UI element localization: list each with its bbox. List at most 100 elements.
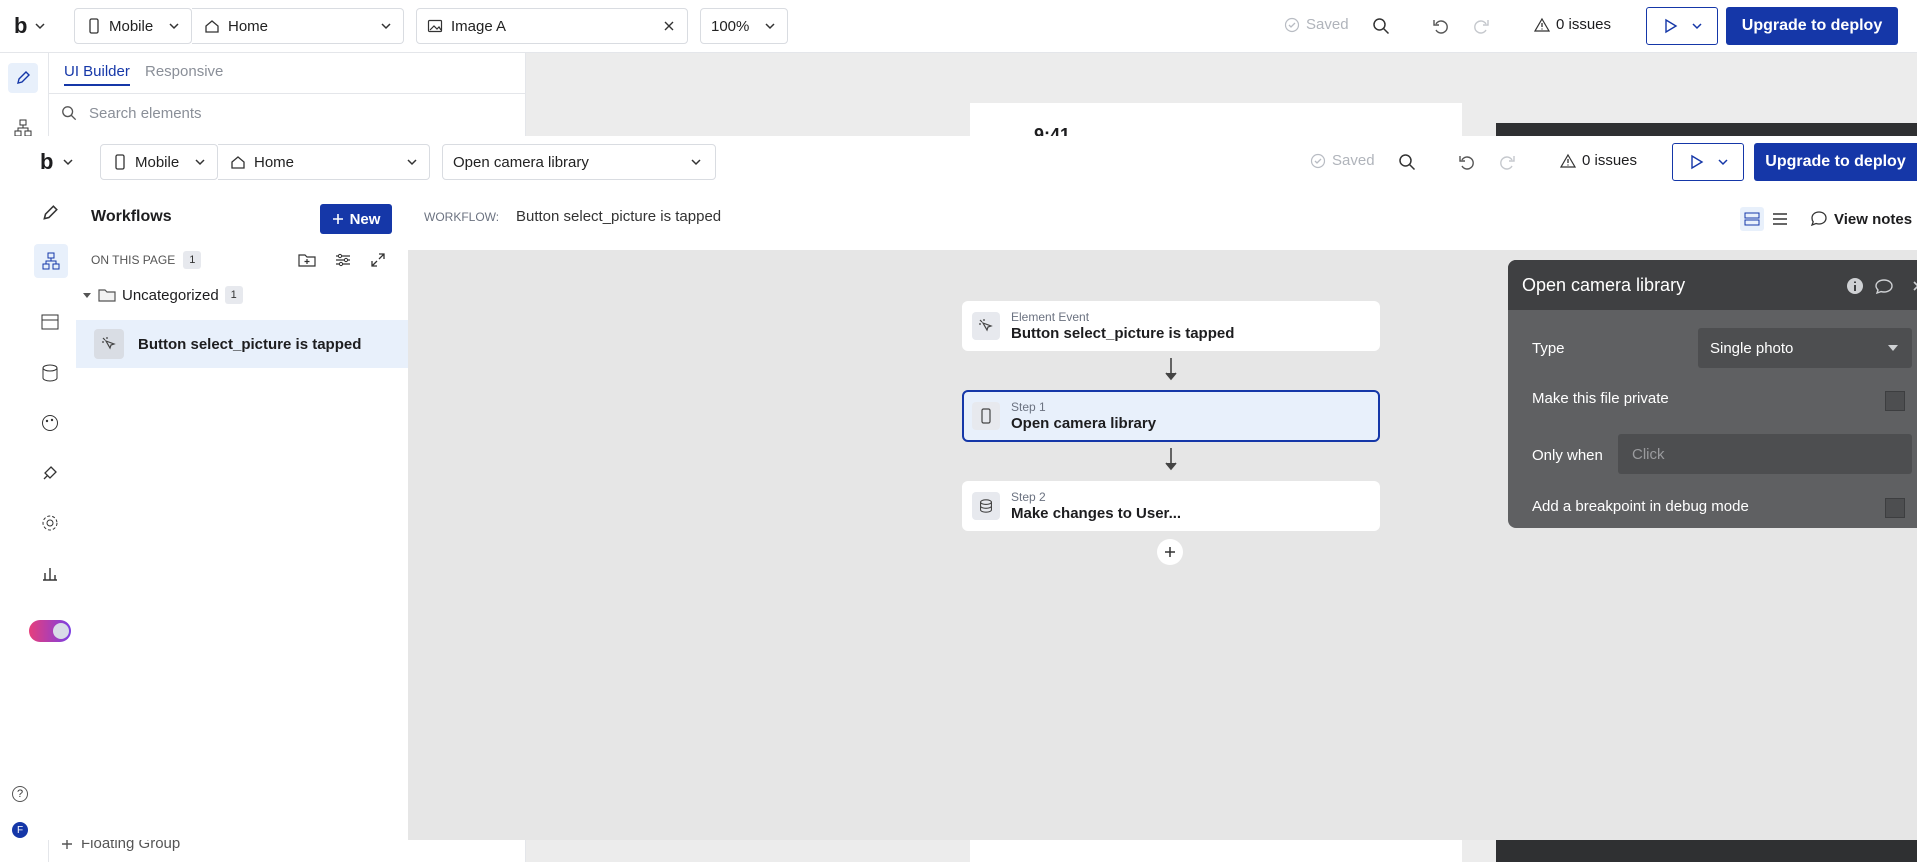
search-icon[interactable]	[1398, 153, 1416, 171]
layout-icon[interactable]	[41, 314, 59, 330]
upgrade-button[interactable]: Upgrade to deploy	[1754, 143, 1917, 181]
only-when-input[interactable]: Click	[1618, 434, 1912, 474]
element-selector[interactable]: Image A	[416, 8, 688, 44]
view-notes-button[interactable]: View notes	[1810, 204, 1912, 234]
design-tab[interactable]	[8, 63, 38, 93]
step-1-card[interactable]: Step 1 Open camera library	[962, 390, 1380, 442]
workflow-label: WORKFLOW:	[424, 210, 500, 224]
warning-icon	[1534, 17, 1550, 32]
upgrade-button[interactable]: Upgrade to deploy	[1726, 7, 1898, 45]
warning-icon	[1560, 153, 1576, 168]
top-bar: b Mobile Home Image A 100% Saved 0 issue…	[0, 0, 1917, 53]
chevron-down-icon	[407, 159, 417, 166]
preview-button[interactable]	[1672, 143, 1744, 181]
plugin-icon[interactable]	[41, 464, 59, 482]
search-icon	[62, 106, 77, 121]
home-icon	[231, 156, 245, 169]
breakpoint-checkbox[interactable]	[1885, 498, 1905, 518]
type-dropdown[interactable]: Single photo	[1698, 328, 1912, 368]
database-icon[interactable]	[41, 364, 59, 382]
page-selector[interactable]: Home	[192, 8, 404, 44]
issues-indicator[interactable]: 0 issues	[1560, 152, 1637, 169]
chevron-down-icon	[35, 23, 45, 30]
comment-icon[interactable]	[1874, 278, 1894, 296]
logo: b	[40, 149, 54, 174]
app-menu[interactable]: b	[40, 146, 84, 178]
workflows-panel: Workflows New ON THIS PAGE 1 Uncategoriz…	[76, 188, 409, 840]
chart-icon[interactable]	[41, 564, 59, 582]
page-selector[interactable]: Home	[218, 144, 430, 180]
device-selector[interactable]: Mobile	[100, 144, 218, 180]
undo-icon[interactable]	[1432, 17, 1450, 35]
count-badge: 1	[224, 286, 243, 304]
play-icon	[1690, 154, 1704, 170]
zoom-selector[interactable]: 100%	[700, 8, 788, 44]
promo-toggle-icon[interactable]	[29, 620, 71, 642]
expand-icon[interactable]	[370, 252, 386, 268]
folder-uncategorized[interactable]: Uncategorized 1	[82, 286, 243, 304]
user-avatar[interactable]: F	[12, 822, 28, 838]
new-workflow-button[interactable]: New	[320, 204, 392, 234]
search-elements-input[interactable]: Search elements	[89, 105, 202, 122]
pencil-icon[interactable]	[41, 204, 59, 222]
private-checkbox[interactable]	[1885, 391, 1905, 411]
search-icon[interactable]	[1372, 17, 1390, 35]
device-selector[interactable]: Mobile	[74, 8, 192, 44]
saved-status: Saved	[1284, 16, 1349, 33]
chevron-down-icon	[169, 23, 179, 30]
image-icon	[427, 19, 443, 33]
mobile-icon	[89, 18, 99, 34]
workflow-header: WORKFLOW: Button select_picture is tappe…	[408, 188, 1917, 251]
workflow-icon[interactable]	[14, 119, 32, 137]
filter-icon[interactable]	[334, 252, 352, 268]
redo-icon[interactable]	[1472, 17, 1490, 35]
add-step-button[interactable]	[1157, 539, 1183, 565]
info-icon[interactable]	[1846, 277, 1864, 295]
close-icon[interactable]	[1912, 280, 1917, 292]
chevron-down-icon	[691, 159, 701, 166]
saved-status: Saved	[1310, 152, 1375, 169]
app-menu[interactable]: b	[14, 10, 56, 42]
workflow-list-item[interactable]: Button select_picture is tapped	[76, 320, 408, 368]
tab-ui-builder[interactable]: UI Builder	[64, 63, 130, 80]
chevron-down-icon	[1718, 159, 1728, 166]
close-icon[interactable]	[663, 20, 675, 32]
only-when-label: Only when	[1532, 447, 1603, 464]
arrow-down-icon	[1165, 358, 1177, 381]
chevron-down-icon	[1692, 23, 1702, 30]
on-this-page-header: ON THIS PAGE 1	[91, 251, 202, 269]
element-event-icon	[94, 329, 124, 359]
tab-responsive[interactable]: Responsive	[145, 63, 223, 80]
undo-icon[interactable]	[1458, 153, 1476, 171]
issues-indicator[interactable]: 0 issues	[1534, 16, 1611, 33]
settings-icon[interactable]	[41, 514, 59, 532]
list-view-icon[interactable]	[1772, 212, 1788, 226]
left-rail: ? F	[0, 188, 77, 840]
count-badge: 1	[183, 251, 202, 269]
help-icon[interactable]: ?	[12, 786, 28, 802]
properties-title: Open camera library	[1522, 275, 1686, 295]
action-selector[interactable]: Open camera library	[442, 144, 716, 180]
workflow-tab[interactable]	[34, 244, 68, 278]
redo-icon[interactable]	[1498, 153, 1516, 171]
step-2-card[interactable]: Step 2 Make changes to User...	[962, 481, 1380, 531]
divider	[49, 93, 525, 94]
preview-button[interactable]	[1646, 7, 1718, 45]
chevron-down-icon	[381, 23, 391, 30]
action-properties-panel: Open camera library Type Single photo Ma…	[1508, 260, 1917, 528]
new-folder-icon[interactable]	[298, 252, 316, 268]
palette-icon[interactable]	[41, 414, 59, 432]
workflow-icon	[42, 252, 60, 270]
plus-icon	[1165, 547, 1175, 557]
event-card[interactable]: Element Event Button select_picture is t…	[962, 301, 1380, 351]
logo: b	[14, 13, 28, 38]
mobile-icon	[115, 154, 125, 170]
card-view-icon[interactable]	[1740, 207, 1764, 231]
check-circle-icon	[1284, 17, 1300, 32]
arrow-down-icon	[1165, 448, 1177, 471]
mobile-icon	[972, 402, 1000, 430]
workflow-editor-window: b Mobile Home Open camera library Saved …	[0, 136, 1917, 840]
type-label: Type	[1532, 340, 1565, 357]
workflow-name[interactable]: Button select_picture is tapped	[516, 208, 721, 225]
home-icon	[205, 20, 219, 33]
